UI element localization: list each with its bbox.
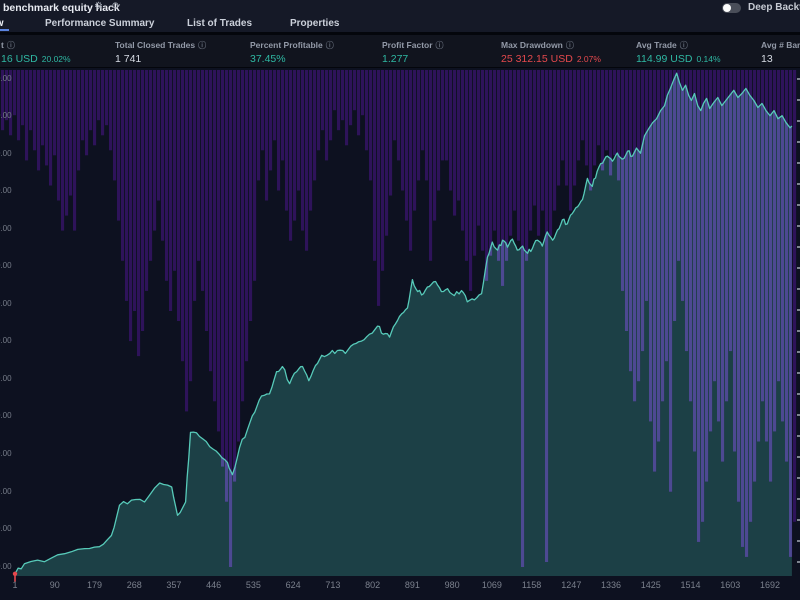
- x-tick-label: 1158: [521, 580, 542, 590]
- tab-list-of-trades[interactable]: List of Trades: [187, 18, 252, 29]
- stat-total-closed-trades: Total Closed Trades ⓘ 1 741: [115, 40, 207, 65]
- refresh-icon[interactable]: ⟳: [112, 1, 120, 12]
- x-tick-label: 90: [49, 580, 60, 590]
- info-icon[interactable]: ⓘ: [436, 41, 444, 50]
- x-tick-label: 1336: [601, 580, 622, 590]
- x-tick-label: 446: [206, 580, 222, 590]
- x-tick-label: 624: [285, 580, 301, 590]
- x-tick-label: 1514: [680, 580, 701, 590]
- x-tick-label: 1: [12, 580, 18, 590]
- tab-performance-summary[interactable]: Performance Summary: [45, 18, 155, 29]
- x-tick-label: 179: [86, 580, 102, 590]
- x-tick-label: 268: [126, 580, 142, 590]
- x-tick-label: 891: [404, 580, 420, 590]
- x-tick-label: 1069: [481, 580, 502, 590]
- right-price-scale[interactable]: [794, 70, 800, 578]
- info-icon[interactable]: ⓘ: [566, 41, 574, 50]
- x-tick-label: 1247: [561, 580, 582, 590]
- x-tick-label: 1603: [720, 580, 741, 590]
- info-icon[interactable]: ⓘ: [198, 41, 206, 50]
- stats-bar: t ⓘ 16 USD 20.02% Total Closed Trades ⓘ 1 7…: [0, 35, 800, 68]
- stat-avg-bars-in-trades: Avg # Bars in Tradesⓘ 13: [761, 40, 800, 65]
- info-icon[interactable]: ⓘ: [7, 41, 15, 50]
- stat-profit-factor: Profit Factor ⓘ 1.277: [382, 40, 444, 65]
- settings-icon[interactable]: ⚙: [94, 1, 103, 12]
- strategy-titlebar: benchmark equity hack ⚙ ⟳ Deep Backtesti…: [0, 0, 800, 16]
- deep-backtesting-label: Deep Backtesting: [748, 2, 800, 13]
- stat-percent-profitable: Percent Profitable ⓘ 37.45%: [250, 40, 334, 65]
- stat-avg-trade: Avg Trade ⓘ 114.99 USD 0.14%: [636, 40, 721, 65]
- x-axis[interactable]: 1 90 179 268 357 446 535 624 713 802 891 980 1069 115…: [0, 578, 800, 600]
- active-tab-underline: [0, 29, 9, 31]
- x-tick-label: 1692: [759, 580, 781, 590]
- x-tick-label: 713: [325, 580, 341, 590]
- x-tick-label: 1425: [640, 580, 661, 590]
- x-tick-label: 535: [245, 580, 261, 590]
- deep-backtesting-toggle[interactable]: [722, 3, 741, 13]
- x-tick-label: 802: [365, 580, 381, 590]
- stat-max-drawdown: Max Drawdown ⓘ 25 312.15 USD 2.07%: [501, 40, 601, 65]
- stat-net-profit: t ⓘ 16 USD 20.02%: [1, 40, 71, 65]
- toggle-knob: [723, 4, 731, 12]
- info-icon[interactable]: ⓘ: [680, 41, 688, 50]
- equity-drawdown-chart[interactable]: [0, 0, 800, 600]
- info-icon[interactable]: ⓘ: [326, 41, 334, 50]
- x-tick-label: 357: [166, 580, 182, 590]
- tab-properties[interactable]: Properties: [290, 18, 339, 29]
- x-tick-label: 980: [444, 580, 460, 590]
- report-tabs: Overview Performance Summary List of Tra…: [0, 16, 800, 32]
